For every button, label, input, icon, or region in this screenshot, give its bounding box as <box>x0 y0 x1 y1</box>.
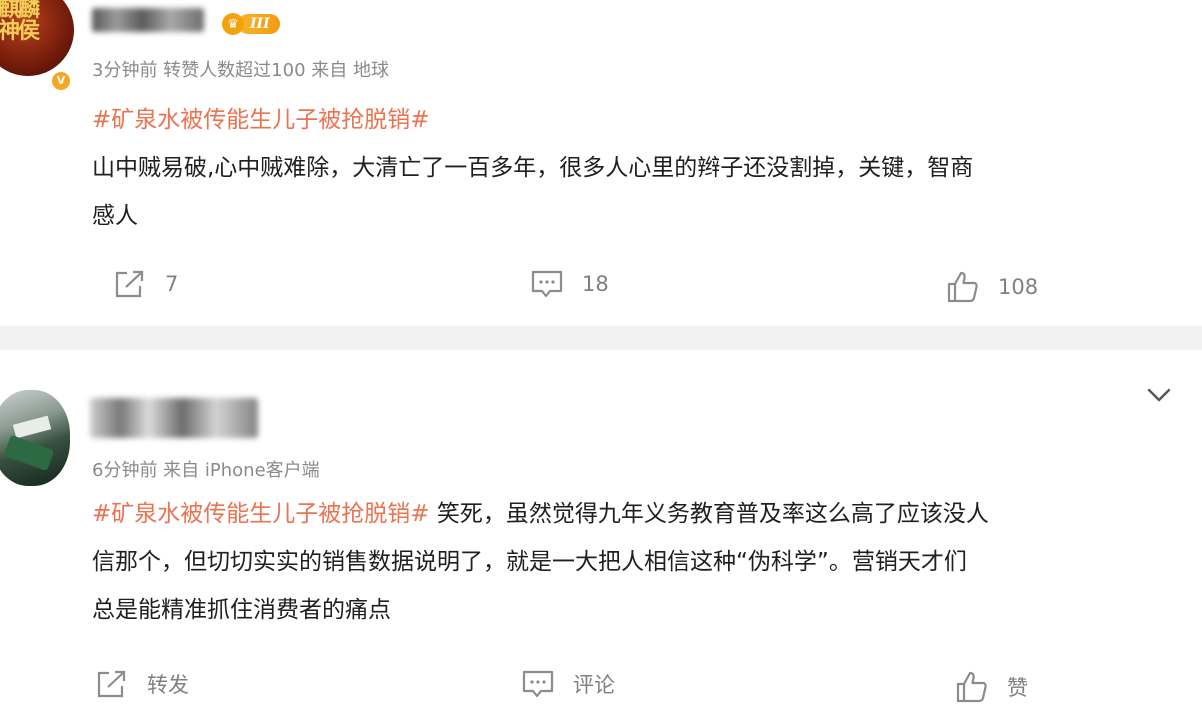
username-redacted[interactable] <box>92 8 204 32</box>
avatar[interactable] <box>0 390 70 486</box>
thumbs-up-icon <box>956 671 987 703</box>
thumbs-up-icon <box>947 271 978 303</box>
hashtag-link[interactable]: #矿泉水被传能生儿子被抢脱销# <box>92 107 430 133</box>
comment-icon <box>522 670 554 698</box>
share-icon <box>115 270 144 298</box>
post-meta: 6分钟前 来自 iPhone客户端 <box>92 460 320 481</box>
like-label: 赞 <box>1007 676 1028 700</box>
comment-icon <box>531 270 563 298</box>
like-button[interactable]: 赞 <box>955 670 1028 704</box>
content-line: 山中贼易破,心中贼难除，大清亡了一百多年，很多人心里的辫子还没割掉，关键，智商 <box>92 155 974 181</box>
post-content: #矿泉水被传能生儿子被抢脱销# 山中贼易破,心中贼难除，大清亡了一百多年，很多人… <box>92 96 1182 240</box>
content-line: 总是能精准抓住消费者的痛点 <box>92 597 391 623</box>
share-icon <box>97 670 126 698</box>
post-meta: 3分钟前 转赞人数超过100 来自 地球 <box>92 60 389 81</box>
like-count: 108 <box>998 275 1039 299</box>
level-badge[interactable]: ♛ III <box>222 10 280 38</box>
avatar-logo: 麒麟 神侯 <box>0 0 40 44</box>
content-line: 笑死，虽然觉得九年义务教育普及率这么高了应该没人 <box>429 501 989 527</box>
comment-count: 18 <box>582 272 609 296</box>
crown-icon: ♛ <box>222 13 244 35</box>
hashtag-link[interactable]: #矿泉水被传能生儿子被抢脱销# <box>92 501 430 527</box>
chevron-down-icon[interactable] <box>1146 384 1172 406</box>
post-divider <box>0 326 1202 350</box>
like-button[interactable]: 108 <box>946 270 1038 304</box>
content-line: 信那个，但切切实实的销售数据说明了，就是一大把人相信这种“伪科学”。营销天才们 <box>92 549 967 575</box>
repost-count: 7 <box>165 272 179 296</box>
level-label: III <box>238 14 280 34</box>
repost-button[interactable]: 7 <box>113 268 178 300</box>
username-redacted[interactable] <box>90 398 258 438</box>
post-content: #矿泉水被传能生儿子被抢脱销# 笑死，虽然觉得九年义务教育普及率这么高了应该没人… <box>92 490 1182 634</box>
avatar[interactable]: 麒麟 神侯 <box>0 0 74 76</box>
repost-button[interactable]: 转发 <box>95 668 189 700</box>
content-line: 感人 <box>92 203 138 229</box>
comment-button[interactable]: 18 <box>530 268 609 300</box>
comment-label: 评论 <box>573 673 615 697</box>
repost-label: 转发 <box>147 673 189 697</box>
verified-badge: V <box>50 70 72 92</box>
comment-button[interactable]: 评论 <box>521 668 615 700</box>
post-card-1: 麒麟 神侯 V ♛ III 3分钟前 转赞人数超过100 来自 地球 #矿泉水被传… <box>0 0 1202 326</box>
